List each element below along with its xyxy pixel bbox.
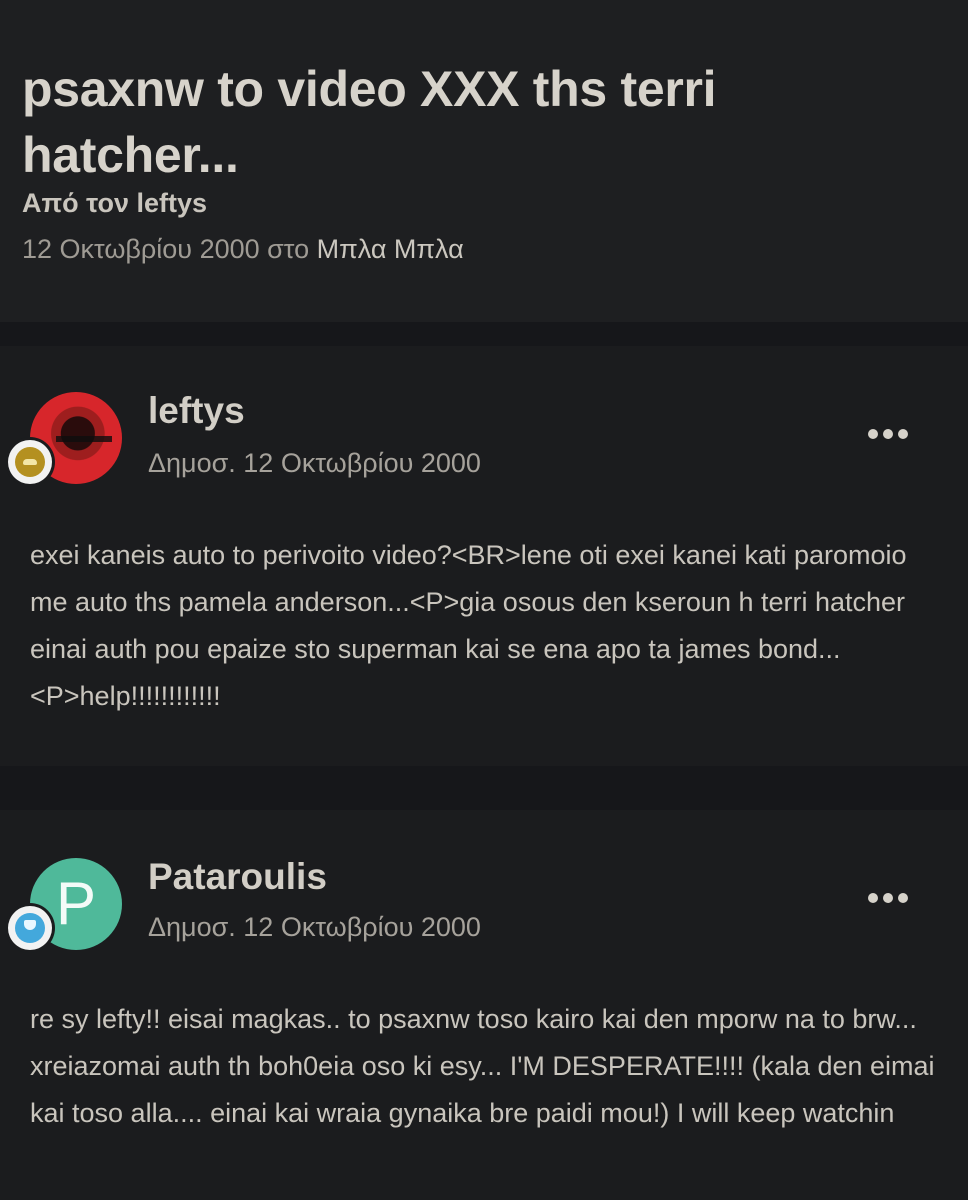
avatar-banner xyxy=(56,436,112,442)
post-body: re sy lefty!! eisai magkas.. to psaxnw t… xyxy=(30,1004,935,1128)
post-body: exei kaneis auto to perivoito video?<BR>… xyxy=(30,540,907,711)
rank-badge-blue-icon xyxy=(8,906,52,950)
more-options-button[interactable] xyxy=(868,888,908,908)
thread-meta: 12 Οκτωβρίου 2000 στο Μπλα Μπλα xyxy=(22,234,464,265)
more-options-button[interactable] xyxy=(868,424,908,444)
rank-badge-gold-icon xyxy=(8,440,52,484)
dot-icon xyxy=(898,429,908,439)
thread-title: psaxnw to video XXX ths terri hatcher... xyxy=(22,61,717,183)
thread-date: 12 Οκτωβρίου 2000 στο xyxy=(22,234,317,264)
thread-header: psaxnw to video XXX ths terri hatcher...… xyxy=(0,0,968,322)
forum-link[interactable]: Μπλα Μπλα xyxy=(317,234,464,264)
dot-icon xyxy=(898,893,908,903)
post: P Pataroulis Δημοσ. 12 Οκτωβρίου 2000 re… xyxy=(0,810,968,1200)
post-author[interactable]: Pataroulis xyxy=(148,856,327,898)
post-date[interactable]: Δημοσ. 12 Οκτωβρίου 2000 xyxy=(148,912,481,943)
dot-icon xyxy=(883,429,893,439)
section-divider xyxy=(0,766,968,810)
post: leftys Δημοσ. 12 Οκτωβρίου 2000 exei kan… xyxy=(0,346,968,766)
dot-icon xyxy=(868,429,878,439)
post-date[interactable]: Δημοσ. 12 Οκτωβρίου 2000 xyxy=(148,448,481,479)
dot-icon xyxy=(868,893,878,903)
dot-icon xyxy=(883,893,893,903)
thread-author[interactable]: Από τον leftys xyxy=(22,188,207,219)
section-divider xyxy=(0,322,968,346)
post-author[interactable]: leftys xyxy=(148,390,245,432)
